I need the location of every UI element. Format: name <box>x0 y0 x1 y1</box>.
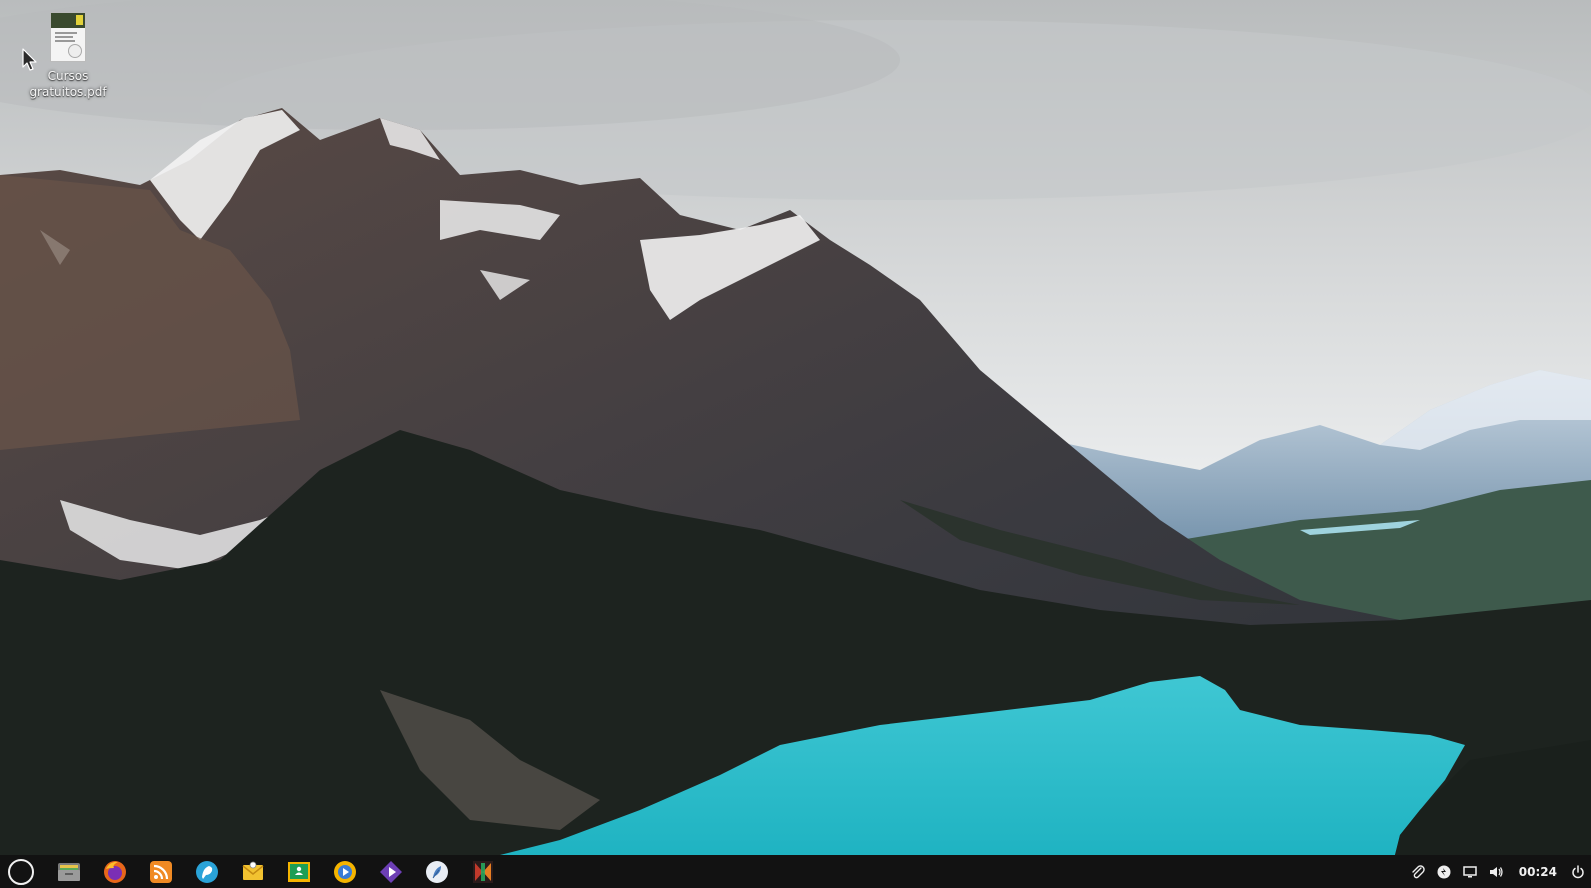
clock[interactable]: 00:24 <box>1509 865 1565 879</box>
tray-paperclip[interactable] <box>1405 855 1431 888</box>
tray-power[interactable] <box>1565 855 1591 888</box>
chat-bird-icon <box>196 860 218 883</box>
play-icon <box>380 860 402 883</box>
system-tray: 00:24 <box>1405 855 1591 888</box>
desktop-file-cursos-gratuitos[interactable]: Cursos gratuitos.pdf <box>28 12 108 100</box>
ide-icon <box>473 860 493 883</box>
taskbar-app-rss-reader[interactable] <box>138 855 184 888</box>
taskbar-app-feather[interactable] <box>414 855 460 888</box>
desktop: Cursos gratuitos.pdf <box>0 0 1591 855</box>
power-icon <box>1572 864 1584 878</box>
tray-volume[interactable] <box>1483 855 1509 888</box>
classroom-icon <box>288 861 310 882</box>
taskbar-app-file-manager[interactable] <box>46 855 92 888</box>
slides-icon <box>334 860 356 883</box>
taskbar-app-classroom[interactable] <box>276 855 322 888</box>
taskbar-app-mail-client[interactable] <box>230 855 276 888</box>
taskbar-app-ide[interactable] <box>460 855 506 888</box>
tray-update[interactable] <box>1431 855 1457 888</box>
mouse-pointer-icon <box>22 48 37 71</box>
taskbar: 00:24 <box>0 855 1591 888</box>
volume-icon <box>1489 866 1503 877</box>
taskbar-app-video-player[interactable] <box>368 855 414 888</box>
paperclip-icon <box>1412 864 1425 878</box>
feather-icon <box>426 860 448 883</box>
app-launcher-circle-icon[interactable] <box>8 858 34 885</box>
pdf-file-icon <box>50 12 86 62</box>
firefox-icon <box>104 860 126 883</box>
wallpaper-mountain-lake <box>0 0 1591 855</box>
taskbar-app-chat-client[interactable] <box>184 855 230 888</box>
tray-display[interactable] <box>1457 855 1483 888</box>
desktop-file-label: Cursos gratuitos.pdf <box>29 69 107 99</box>
display-icon <box>1463 865 1477 877</box>
rss-icon <box>150 860 172 883</box>
taskbar-app-firefox[interactable] <box>92 855 138 888</box>
folder-icon <box>58 862 80 881</box>
taskbar-app-slides[interactable] <box>322 855 368 888</box>
envelope-icon <box>242 861 264 880</box>
update-icon <box>1437 865 1451 878</box>
